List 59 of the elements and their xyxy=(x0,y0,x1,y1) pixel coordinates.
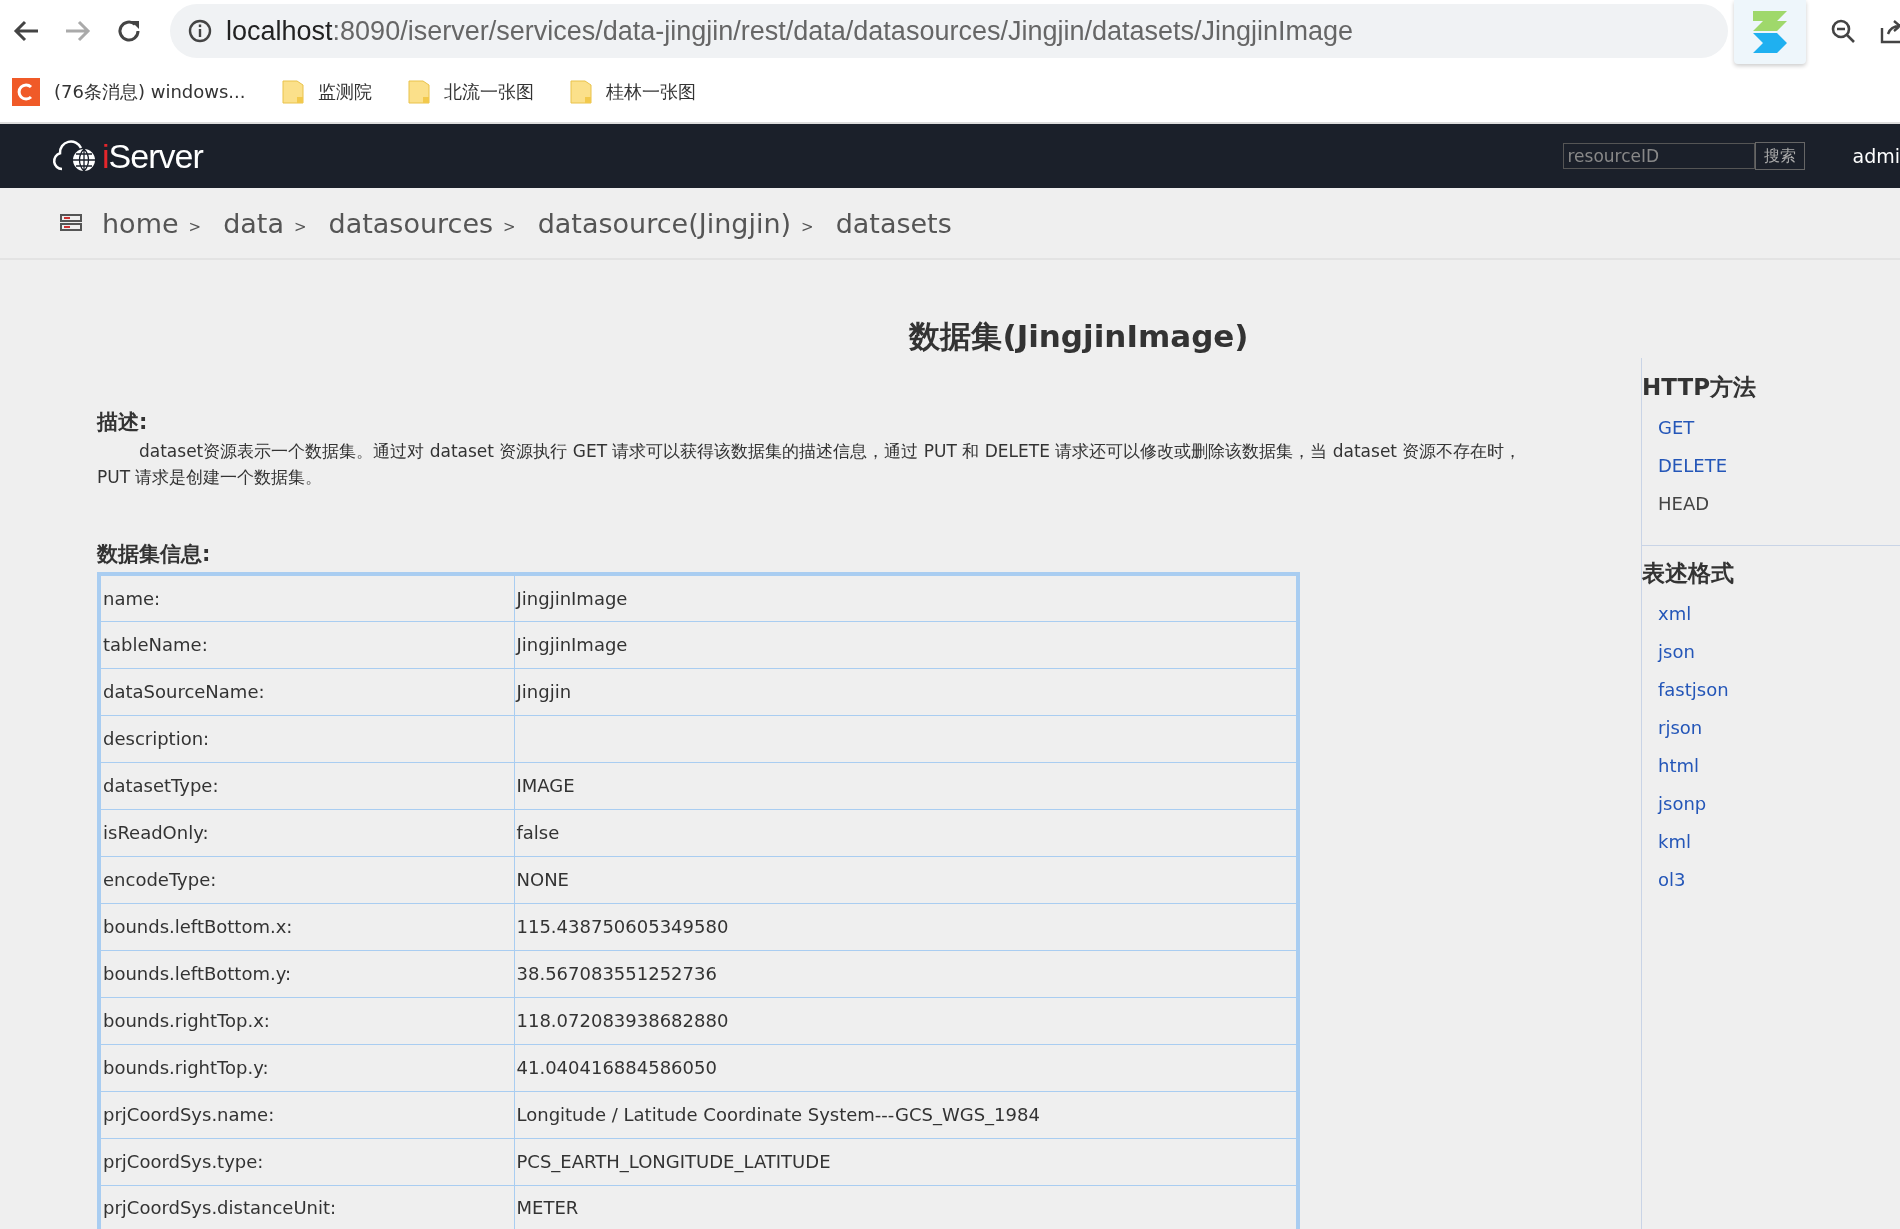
back-icon[interactable] xyxy=(12,19,40,43)
resource-search-field[interactable]: resourceID xyxy=(1562,143,1755,169)
site-icon xyxy=(12,78,40,106)
folder-icon xyxy=(407,79,430,105)
breadcrumb-link[interactable]: datasource(Jingjin) xyxy=(537,207,792,239)
format-link[interactable]: jsonp xyxy=(1658,785,1900,823)
info-heading: 数据集信息: xyxy=(97,541,212,568)
format-link[interactable]: GET xyxy=(1658,409,1900,447)
address-bar[interactable]: localhost:8090/iserver/services/data-jingjin/rest/data/datasources/Jingjin/datasets/JingjinImage xyxy=(170,4,1728,58)
format-link[interactable]: ol3 xyxy=(1658,861,1900,899)
breadcrumb-separator: > xyxy=(188,218,202,236)
breadcrumb-separator: > xyxy=(503,218,516,236)
zoom-out-icon[interactable] xyxy=(1830,18,1856,44)
breadcrumb-link[interactable]: data xyxy=(223,207,284,239)
format-link[interactable]: kml xyxy=(1658,823,1900,861)
property-name: isReadOnly: xyxy=(99,809,514,856)
property-name: bounds.leftBottom.y: xyxy=(99,950,514,997)
property-name: encodeType: xyxy=(99,856,514,903)
property-name: prjCoordSys.name: xyxy=(99,1091,514,1138)
property-name: bounds.rightTop.x: xyxy=(99,997,514,1044)
folder-icon xyxy=(281,79,304,105)
property-name: description: xyxy=(99,715,514,762)
breadcrumb-separator: > xyxy=(801,218,814,236)
property-name: name: xyxy=(99,574,514,621)
folder-icon xyxy=(569,79,592,105)
user-name[interactable]: admi xyxy=(1852,145,1900,167)
breadcrumb-link[interactable]: datasets xyxy=(835,207,952,239)
property-name: bounds.leftBottom.x: xyxy=(99,903,514,950)
format-link[interactable]: xml xyxy=(1658,595,1900,633)
property-name: datasetType: xyxy=(99,762,514,809)
property-name: prjCoordSys.type: xyxy=(99,1138,514,1185)
list-icon[interactable] xyxy=(60,214,82,232)
description-text: dataset资源表示一个数据集。通过对 dataset 资源执行 GET 请求可以获得该数据集的描述信息，通过 PUT 和 DELETE 请求还可以修改或删除该数据集，当 dataset 资源不存在时，PUT 请求是创建一个数据集。 xyxy=(97,440,1523,489)
share-icon[interactable] xyxy=(1880,18,1900,44)
page-title: 数据集(JingjinImage) xyxy=(907,317,1250,356)
format-link[interactable]: fastjson xyxy=(1658,671,1900,709)
bookmark[interactable]: 监测院 xyxy=(281,79,372,105)
breadcrumb-link[interactable]: datasources xyxy=(328,207,494,239)
cloud-globe-icon xyxy=(50,139,98,173)
section-heading: 表述格式 xyxy=(1642,559,1735,588)
iserver-logo: iServer xyxy=(50,136,203,176)
search-button[interactable]: 搜索 xyxy=(1754,142,1805,170)
format-link[interactable]: json xyxy=(1658,633,1900,671)
format-link[interactable]: DELETE xyxy=(1658,447,1900,485)
format-link[interactable]: rjson xyxy=(1658,709,1900,747)
bookmark[interactable]: 北流一张图 xyxy=(407,79,534,105)
breadcrumb-separator: > xyxy=(293,218,307,236)
bookmark[interactable]: (76条消息) windows... xyxy=(12,78,246,106)
property-name: bounds.rightTop.y: xyxy=(99,1044,514,1091)
method-link[interactable]: HEAD xyxy=(1658,485,1900,523)
property-name: dataSourceName: xyxy=(99,668,514,715)
section-heading: HTTP方法 xyxy=(1642,373,1757,402)
reload-icon[interactable] xyxy=(116,18,142,44)
info-icon[interactable] xyxy=(188,19,212,43)
bookmark[interactable]: 桂林一张图 xyxy=(569,79,696,105)
format-link[interactable]: html xyxy=(1658,747,1900,785)
description-heading: 描述: xyxy=(97,409,149,436)
breadcrumb-link[interactable]: home xyxy=(102,207,179,239)
property-name: tableName: xyxy=(99,621,514,668)
